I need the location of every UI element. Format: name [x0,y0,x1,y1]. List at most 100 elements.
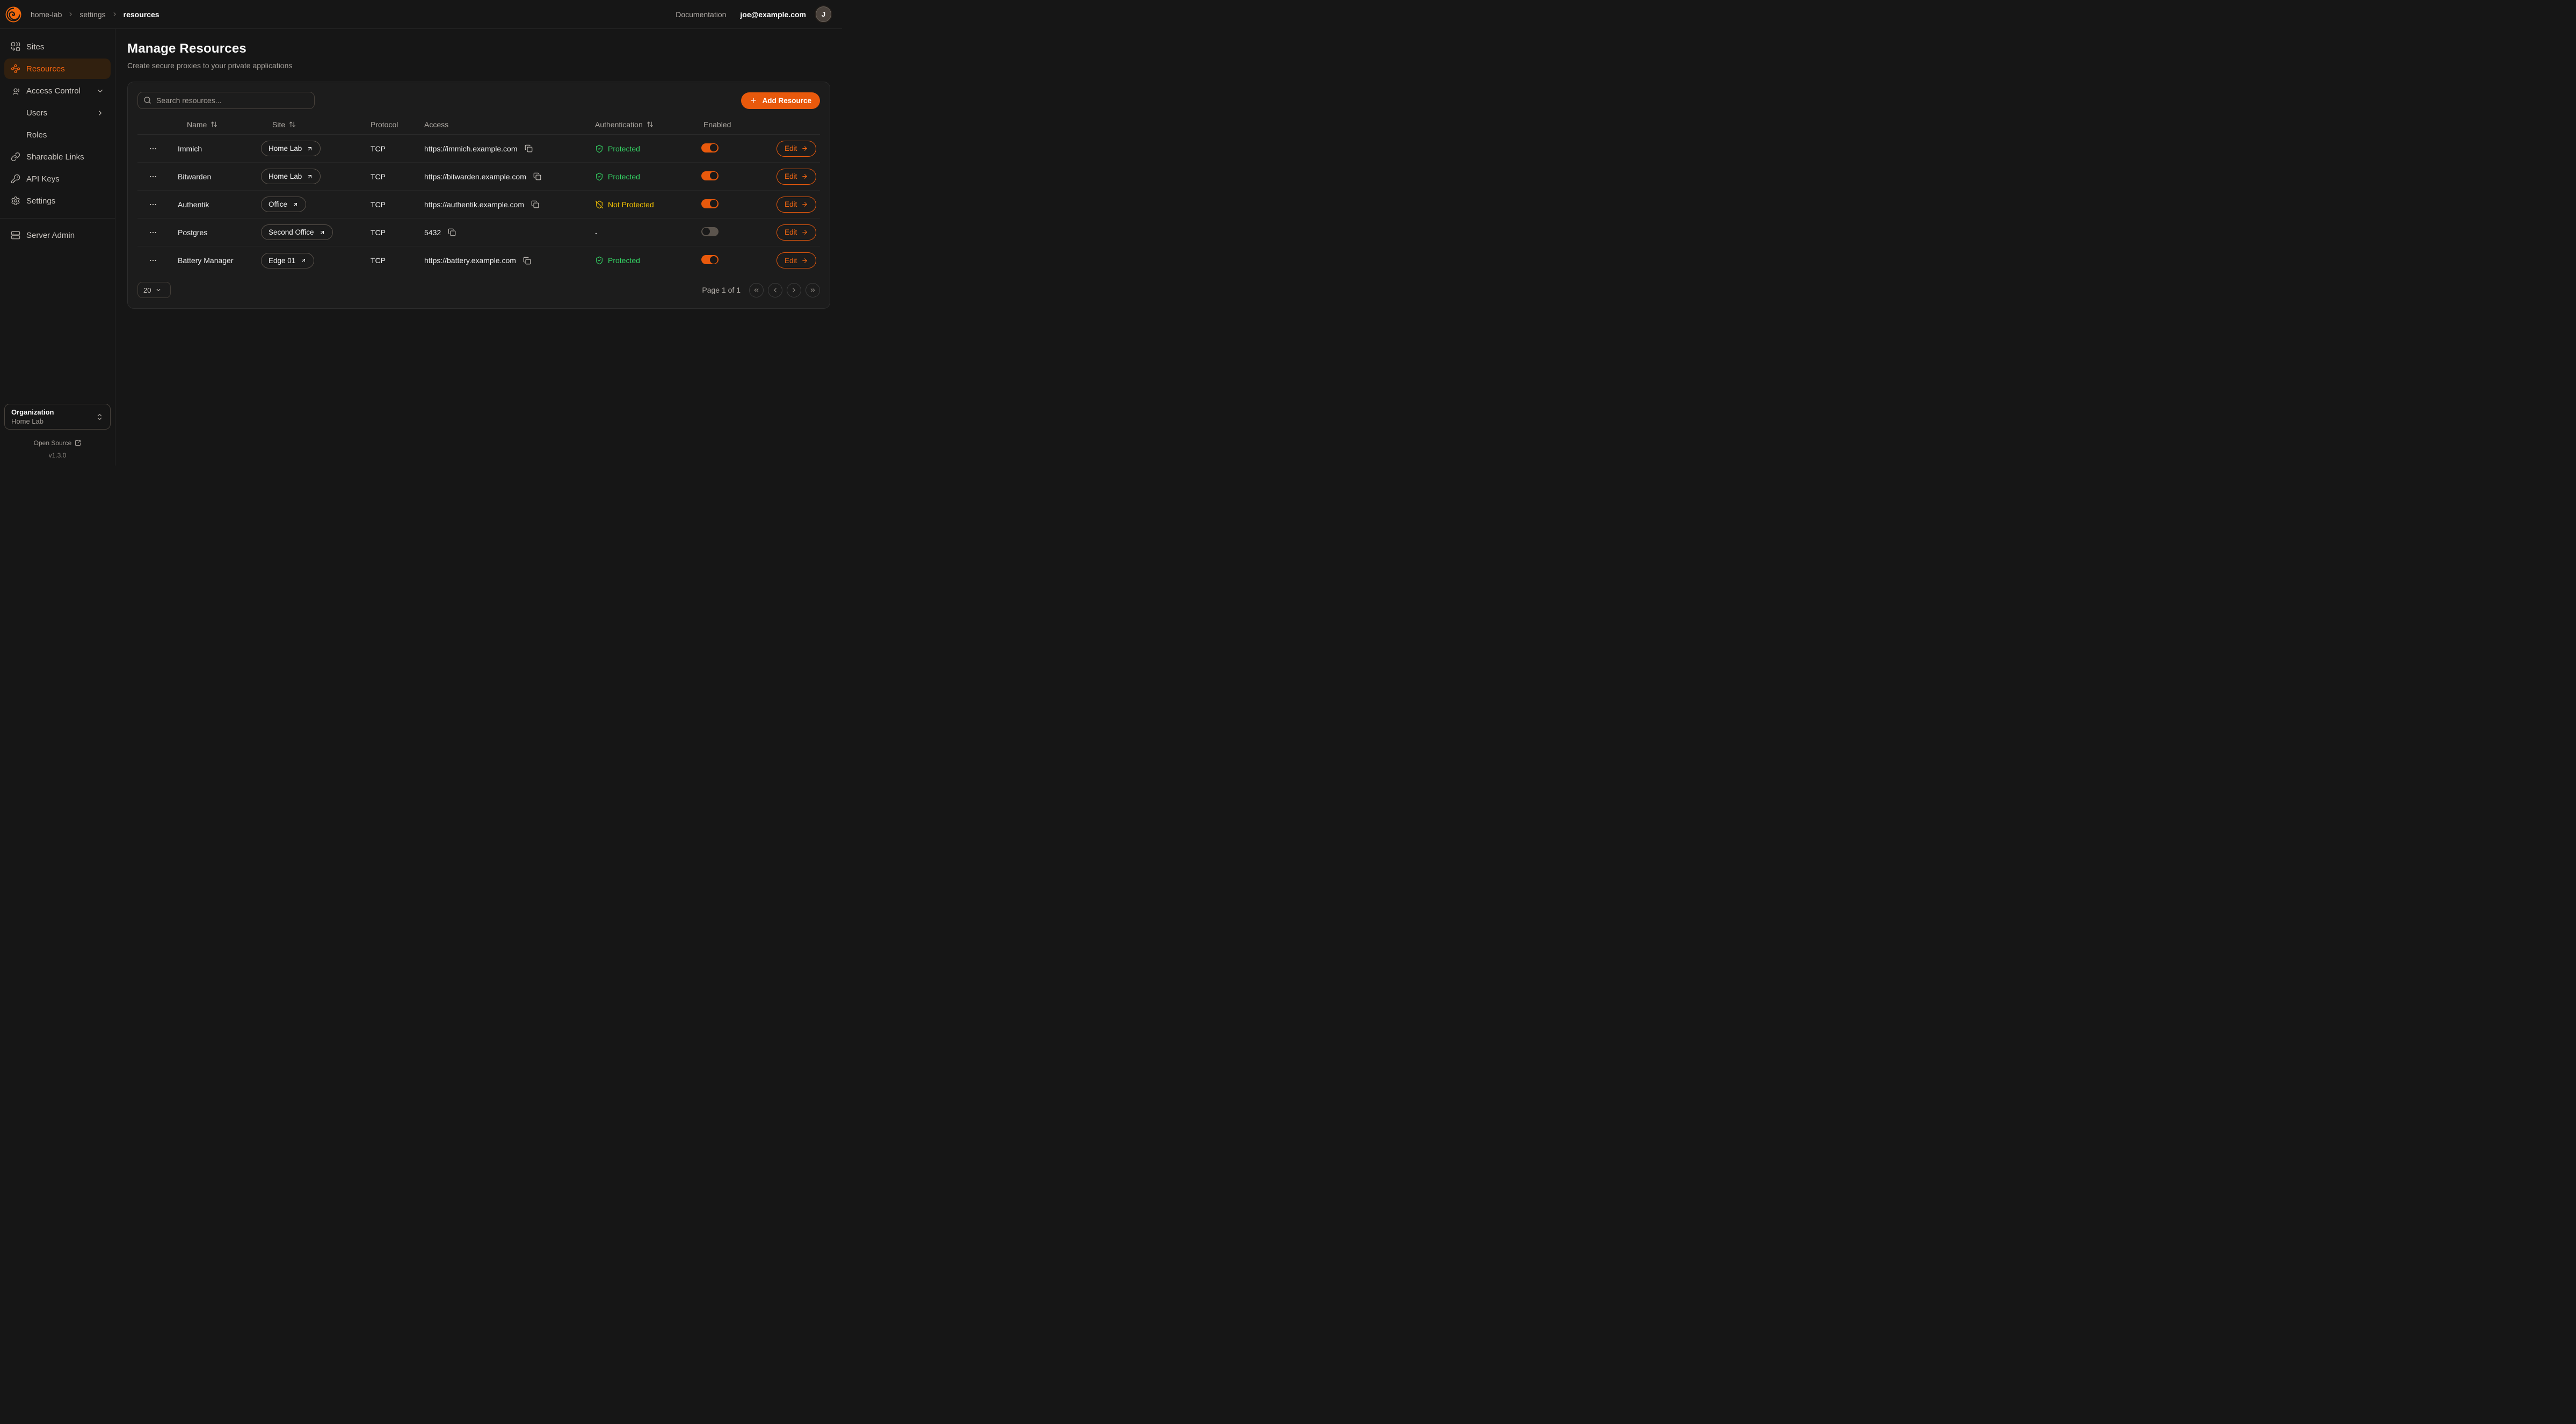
access-url: https://battery.example.com [424,256,516,265]
site-label: Home Lab [269,172,302,180]
pagination: 20 Page 1 of 1 [137,281,820,299]
open-source-label: Open Source [34,439,72,447]
edit-label: Edit [785,228,797,236]
org-switcher-title: Organization [11,408,54,417]
server-icon [11,230,20,240]
arrow-right-icon [801,201,808,208]
edit-button[interactable]: Edit [777,224,816,241]
sidebar-item-sites[interactable]: Sites [4,37,111,57]
column-label: Access [424,120,448,129]
sites-icon [11,42,20,52]
column-header-site[interactable]: Site [261,120,371,129]
sidebar-item-settings[interactable]: Settings [4,191,111,211]
enabled-toggle[interactable] [701,227,719,236]
edit-label: Edit [785,144,797,152]
sidebar-divider [0,218,115,219]
prev-page-button[interactable] [768,283,782,297]
auth-badge: - [595,228,701,237]
access-url: https://authentik.example.com [424,200,524,209]
access-url: https://bitwarden.example.com [424,172,526,181]
breadcrumb-home-lab[interactable]: home-lab [31,10,62,19]
column-label: Site [272,120,285,129]
edit-button[interactable]: Edit [777,197,816,213]
site-link[interactable]: Home Lab [261,141,321,156]
copy-button[interactable] [524,143,534,154]
pangolin-logo-icon[interactable] [5,6,22,23]
edit-button[interactable]: Edit [777,252,816,268]
chevron-right-icon [790,287,797,294]
site-link[interactable]: Home Lab [261,169,321,184]
breadcrumb-settings[interactable]: settings [79,10,105,19]
row-menu-button[interactable] [147,254,159,267]
next-page-button[interactable] [787,283,801,297]
copy-button[interactable] [530,199,540,209]
sidebar-item-api-keys[interactable]: API Keys [4,169,111,189]
table-row: Bitwarden Home Lab TCP https://bitwarden… [137,163,820,191]
sidebar-item-access-control[interactable]: Access Control [4,81,111,101]
sidebar-item-label: API Keys [26,175,60,184]
enabled-toggle[interactable] [701,255,719,264]
site-link[interactable]: Office [261,197,306,212]
enabled-toggle[interactable] [701,199,719,208]
open-source-link[interactable]: Open Source [4,439,111,447]
auth-label: Not Protected [608,200,654,209]
sort-icon [211,121,217,128]
enabled-toggle[interactable] [701,143,719,152]
sidebar-item-roles[interactable]: Roles [4,125,111,145]
first-page-button[interactable] [749,283,764,297]
page-size-select[interactable]: 20 [137,282,171,298]
table-row: Postgres Second Office TCP 5432 - Edit [137,219,820,246]
sidebar-item-users[interactable]: Users [4,103,111,123]
sidebar-item-label: Server Admin [26,231,75,240]
arrow-up-right-icon [319,229,325,236]
copy-button[interactable] [447,227,457,237]
edit-button[interactable]: Edit [777,169,816,185]
chevrons-right-icon [809,287,816,294]
add-resource-button[interactable]: Add Resource [741,92,820,109]
chevron-down-icon [96,87,104,95]
page-subtitle: Create secure proxies to your private ap… [127,61,830,70]
org-switcher[interactable]: Organization Home Lab [4,404,111,430]
column-header-name[interactable]: Name [178,120,261,129]
column-label: Authentication [595,120,643,129]
page-title: Manage Resources [127,41,830,56]
shield-check-icon [595,256,604,265]
arrow-right-icon [801,257,808,264]
sidebar-item-resources[interactable]: Resources [4,59,111,79]
column-header-access: Access [424,120,595,129]
copy-button[interactable] [522,256,532,266]
row-menu-button[interactable] [147,226,159,239]
user-email[interactable]: joe@example.com [740,10,806,19]
main-content: Manage Resources Create secure proxies t… [115,29,842,466]
documentation-link[interactable]: Documentation [676,10,726,19]
row-menu-button[interactable] [147,170,159,183]
enabled-toggle[interactable] [701,171,719,180]
last-page-button[interactable] [806,283,820,297]
search-input[interactable] [137,92,315,109]
avatar[interactable]: J [816,6,831,22]
copy-button[interactable] [532,171,542,181]
site-link[interactable]: Edge 01 [261,253,314,268]
chevron-left-icon [772,287,779,294]
row-menu-button[interactable] [147,142,159,155]
sidebar-item-label: Settings [26,197,55,206]
auth-label: - [595,228,598,237]
copy-icon [523,257,531,265]
edit-label: Edit [785,200,797,208]
site-label: Second Office [269,228,314,236]
sidebar-item-server-admin[interactable]: Server Admin [4,225,111,245]
auth-label: Protected [608,144,640,153]
sidebar-item-shareable-links[interactable]: Shareable Links [4,147,111,167]
search-icon [143,96,151,104]
column-header-authentication[interactable]: Authentication [595,120,701,129]
auth-badge: Protected [595,256,701,265]
table-row: Authentik Office TCP https://authentik.e… [137,191,820,219]
row-menu-button[interactable] [147,198,159,211]
resource-name: Authentik [178,200,261,209]
shield-off-icon [595,200,604,209]
resource-name: Bitwarden [178,172,261,181]
site-link[interactable]: Second Office [261,224,333,240]
protocol: TCP [371,228,424,237]
column-label: Protocol [371,120,398,129]
edit-button[interactable]: Edit [777,141,816,157]
